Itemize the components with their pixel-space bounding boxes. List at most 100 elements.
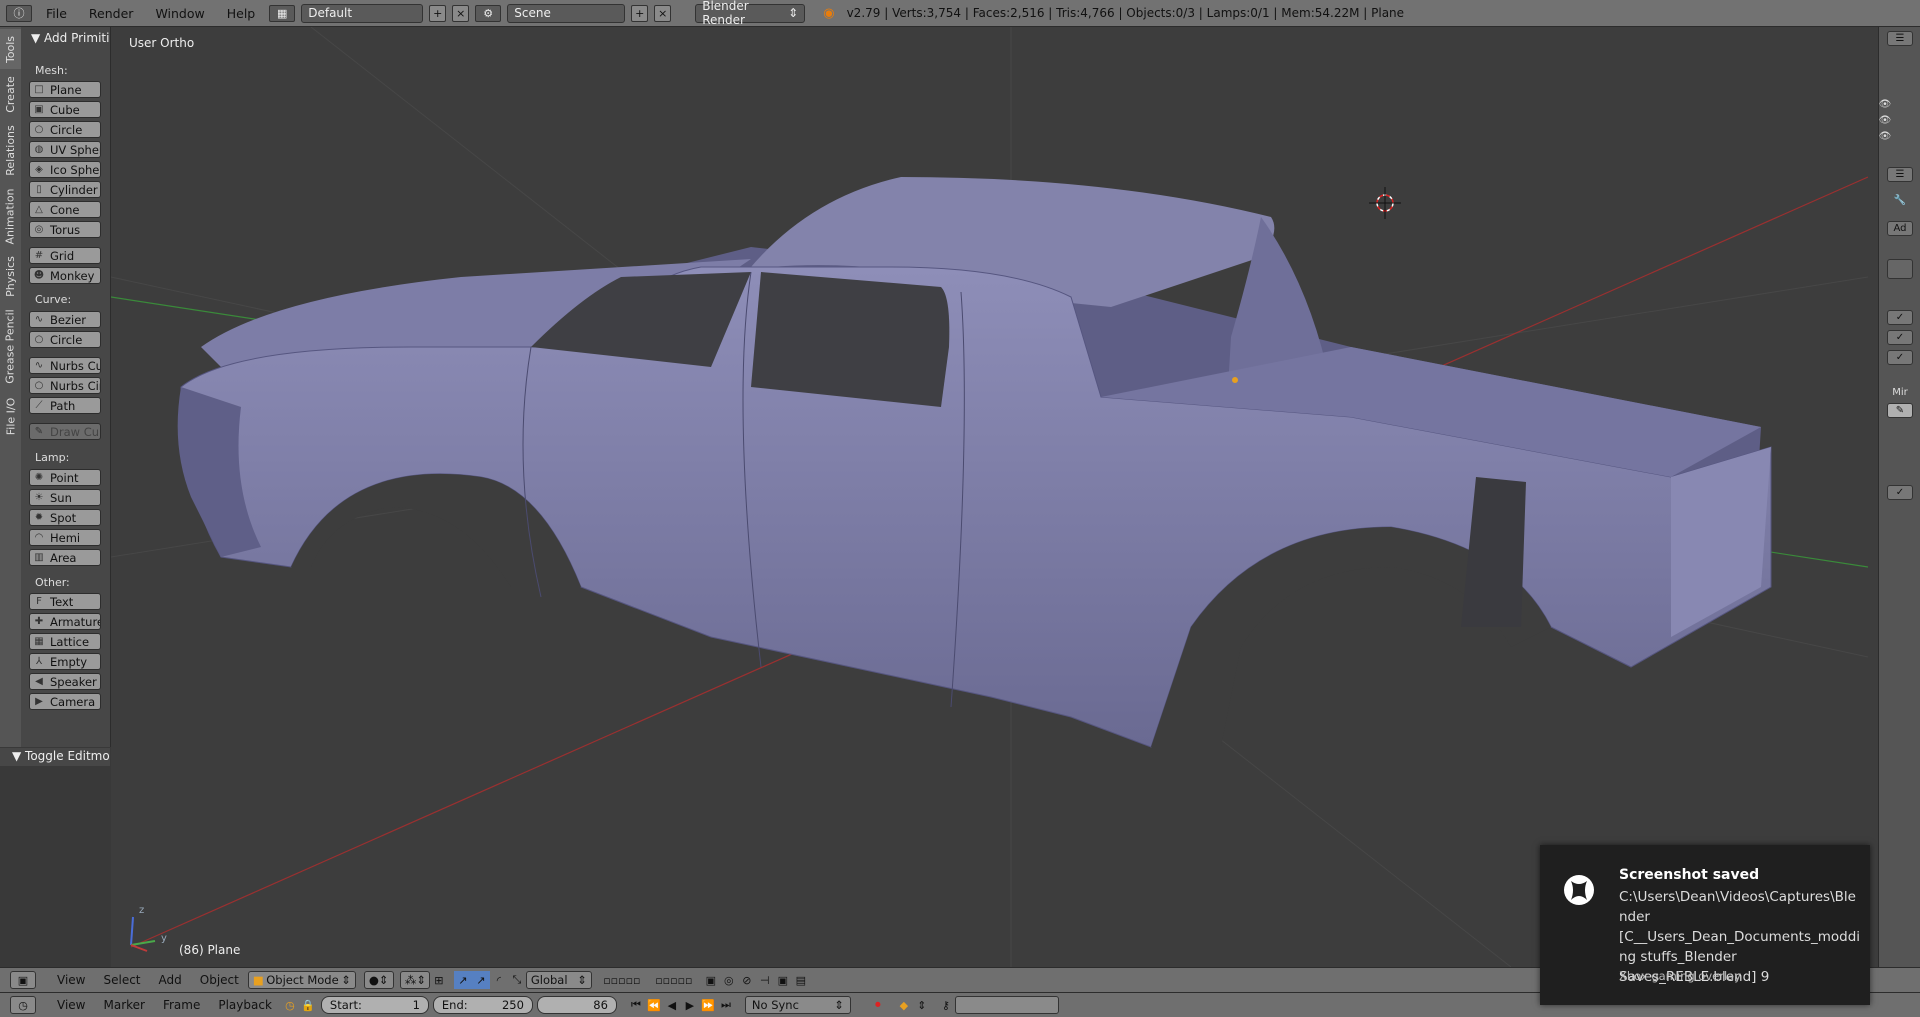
add-bezier-circle-button[interactable]: ○ Circle <box>29 331 101 348</box>
jump-prev-keyframe-icon[interactable]: ⏪ <box>645 996 663 1014</box>
outliner-editor-type-icon[interactable]: ☰ <box>1887 31 1913 46</box>
toggle-editmode-header[interactable]: ▼ Toggle Editmo <box>12 749 110 763</box>
timeline-menu-marker[interactable]: Marker <box>94 998 153 1012</box>
lock-layers-icon[interactable]: ▣ <box>702 971 720 989</box>
snap-element-icon[interactable]: ⊘ <box>738 971 756 989</box>
transform-orientation-selector[interactable]: Global ⇕ <box>525 971 592 989</box>
play-reverse-icon[interactable]: ◀ <box>663 996 681 1014</box>
info-editor-type-icon[interactable]: ⓘ <box>6 4 32 22</box>
jump-end-icon[interactable]: ⏭ <box>717 996 735 1014</box>
visibility-eye-icon-3[interactable]: 👁 <box>1879 129 1892 144</box>
keying-set-icon[interactable]: ◆ <box>895 996 913 1014</box>
rotate-manipulator-icon[interactable]: ◜ <box>490 971 508 989</box>
remove-layout-icon[interactable]: × <box>452 4 470 22</box>
truck-mesh[interactable] <box>177 177 1772 748</box>
tab-file-io[interactable]: File I/O <box>0 391 21 441</box>
draw-curve-button[interactable]: ✎Draw Curv <box>29 423 101 440</box>
lock-range-icon[interactable]: 🔒 <box>299 996 317 1014</box>
add-point-lamp-button[interactable]: ✺ Point <box>29 469 101 486</box>
menu-file[interactable]: File <box>38 6 75 21</box>
proportional-edit-icon[interactable]: ⊞ <box>430 971 448 989</box>
record-icon[interactable]: ⏺ <box>869 996 887 1014</box>
preview-range-icon[interactable]: ◷ <box>281 996 299 1014</box>
layers-grid-2-icon[interactable]: ▫▫▫▫▫ <box>650 971 698 989</box>
keying-set-search-icon[interactable]: ⚷ <box>937 996 955 1014</box>
visibility-eye-icon[interactable]: 👁 <box>1879 97 1892 112</box>
add-text-button[interactable]: F Text <box>29 593 101 610</box>
add-plane-button[interactable]: □ Plane <box>29 81 101 98</box>
start-frame-field[interactable]: Start: 1 <box>320 996 429 1014</box>
add-lattice-button[interactable]: ▦ Lattice <box>29 633 101 650</box>
scale-manipulator-icon[interactable]: ⤡ <box>508 971 526 989</box>
add-armature-button[interactable]: ✚ Armature <box>29 613 101 630</box>
menu-window[interactable]: Window <box>147 6 212 21</box>
snap-target-icon[interactable]: ⊣ <box>756 971 774 989</box>
layout-grid-icon[interactable]: ▦ <box>269 4 296 22</box>
timeline-menu-playback[interactable]: Playback <box>209 998 281 1012</box>
add-hemi-lamp-button[interactable]: ◠ Hemi <box>29 529 101 546</box>
sync-mode-selector[interactable]: No Sync ⇕ <box>744 996 851 1014</box>
menu-view[interactable]: View <box>48 973 94 987</box>
add-cone-button[interactable]: △ Cone <box>29 201 101 218</box>
add-modifier-button[interactable]: Ad <box>1887 221 1913 236</box>
manipulator-toggle-icon[interactable]: ↗ <box>453 971 472 989</box>
tab-physics[interactable]: Physics <box>0 251 21 301</box>
timeline-menu-frame[interactable]: Frame <box>154 998 209 1012</box>
properties-editor-type-icon[interactable]: ☰ <box>1887 167 1913 182</box>
menu-help[interactable]: Help <box>219 6 264 21</box>
modifier-checkbox-2[interactable]: ✓ <box>1887 330 1913 345</box>
add-speaker-button[interactable]: ◀ Speaker <box>29 673 101 690</box>
jump-start-icon[interactable]: ⏮ <box>627 996 645 1014</box>
viewport-properties-edge[interactable] <box>1868 27 1878 967</box>
tab-animation[interactable]: Animation <box>0 183 21 249</box>
add-sun-lamp-button[interactable]: ☀ Sun <box>29 489 101 506</box>
object-origin-point[interactable] <box>1232 377 1238 383</box>
snap-toggle-icon[interactable]: ◎ <box>720 971 738 989</box>
3d-viewport[interactable]: User Ortho z y (86) Plane <box>111 27 1868 967</box>
menu-select[interactable]: Select <box>94 973 149 987</box>
tab-relations[interactable]: Relations <box>0 119 21 181</box>
mode-selector[interactable]: ■ Object Mode ⇕ <box>247 971 356 989</box>
modifier-checkbox-3[interactable]: ✓ <box>1887 350 1913 365</box>
end-frame-field[interactable]: End: 250 <box>432 996 533 1014</box>
translate-manipulator-icon[interactable]: ↗ <box>471 971 490 989</box>
play-icon[interactable]: ▶ <box>681 996 699 1014</box>
screenshot-saved-toast[interactable]: Screenshot saved C:\Users\Dean\Videos\Ca… <box>1540 845 1870 1005</box>
modifier-checkbox-1[interactable]: ✓ <box>1887 310 1913 325</box>
add-ico-sphere-button[interactable]: ◈Ico Sphere <box>29 161 101 178</box>
add-nurbs-circle-button[interactable]: ○Nurbs Circl <box>29 377 101 394</box>
add-cylinder-button[interactable]: ▯ Cylinder <box>29 181 101 198</box>
keying-set-dropdown-icon[interactable]: ⇕ <box>913 996 931 1014</box>
add-grid-button[interactable]: # Grid <box>29 247 101 264</box>
add-bezier-button[interactable]: ∿ Bezier <box>29 311 101 328</box>
add-empty-button[interactable]: ⅄ Empty <box>29 653 101 670</box>
modifier-checkbox-4[interactable]: ✓ <box>1887 485 1913 500</box>
add-primitive-panel-header[interactable]: ▼ Add Primiti <box>31 31 109 45</box>
add-cube-button[interactable]: ▣ Cube <box>29 101 101 118</box>
mirror-object-field[interactable]: ✎ <box>1887 403 1913 418</box>
opengl-animation-icon[interactable]: ▤ <box>792 971 810 989</box>
add-camera-button[interactable]: ▶ Camera <box>29 693 101 710</box>
menu-add[interactable]: Add <box>150 973 191 987</box>
render-engine-selector[interactable]: Blender Render ⇕ <box>695 0 806 27</box>
add-area-lamp-button[interactable]: ▥ Area <box>29 549 101 566</box>
pivot-point-selector[interactable]: ⁂⇕ <box>399 971 430 989</box>
timeline-editor-type-icon[interactable]: ◷ <box>10 996 36 1014</box>
jump-next-keyframe-icon[interactable]: ⏩ <box>699 996 717 1014</box>
layout-selector[interactable]: Default <box>301 3 424 23</box>
tab-grease-pencil[interactable]: Grease Pencil <box>0 303 21 389</box>
scene-selector[interactable]: Scene <box>507 3 626 23</box>
toggle-editmode-panel[interactable]: ▼ Toggle Editmo <box>0 748 110 766</box>
scene-icon[interactable]: ⚙ <box>475 4 502 22</box>
add-layout-icon[interactable]: + <box>429 4 447 22</box>
add-monkey-button[interactable]: ☻ Monkey <box>29 267 101 284</box>
remove-scene-icon[interactable]: × <box>654 4 672 22</box>
viewport-scene[interactable] <box>111 27 1868 967</box>
timeline-menu-view[interactable]: View <box>48 998 94 1012</box>
editor-type-icon[interactable]: ▣ <box>10 971 36 989</box>
3d-cursor-icon[interactable] <box>1369 187 1401 219</box>
menu-object[interactable]: Object <box>191 973 248 987</box>
add-torus-button[interactable]: ◎ Torus <box>29 221 101 238</box>
layers-grid-1-icon[interactable]: ▫▫▫▫▫ <box>598 971 646 989</box>
viewport-shading-selector[interactable]: ●⇕ <box>363 971 394 989</box>
